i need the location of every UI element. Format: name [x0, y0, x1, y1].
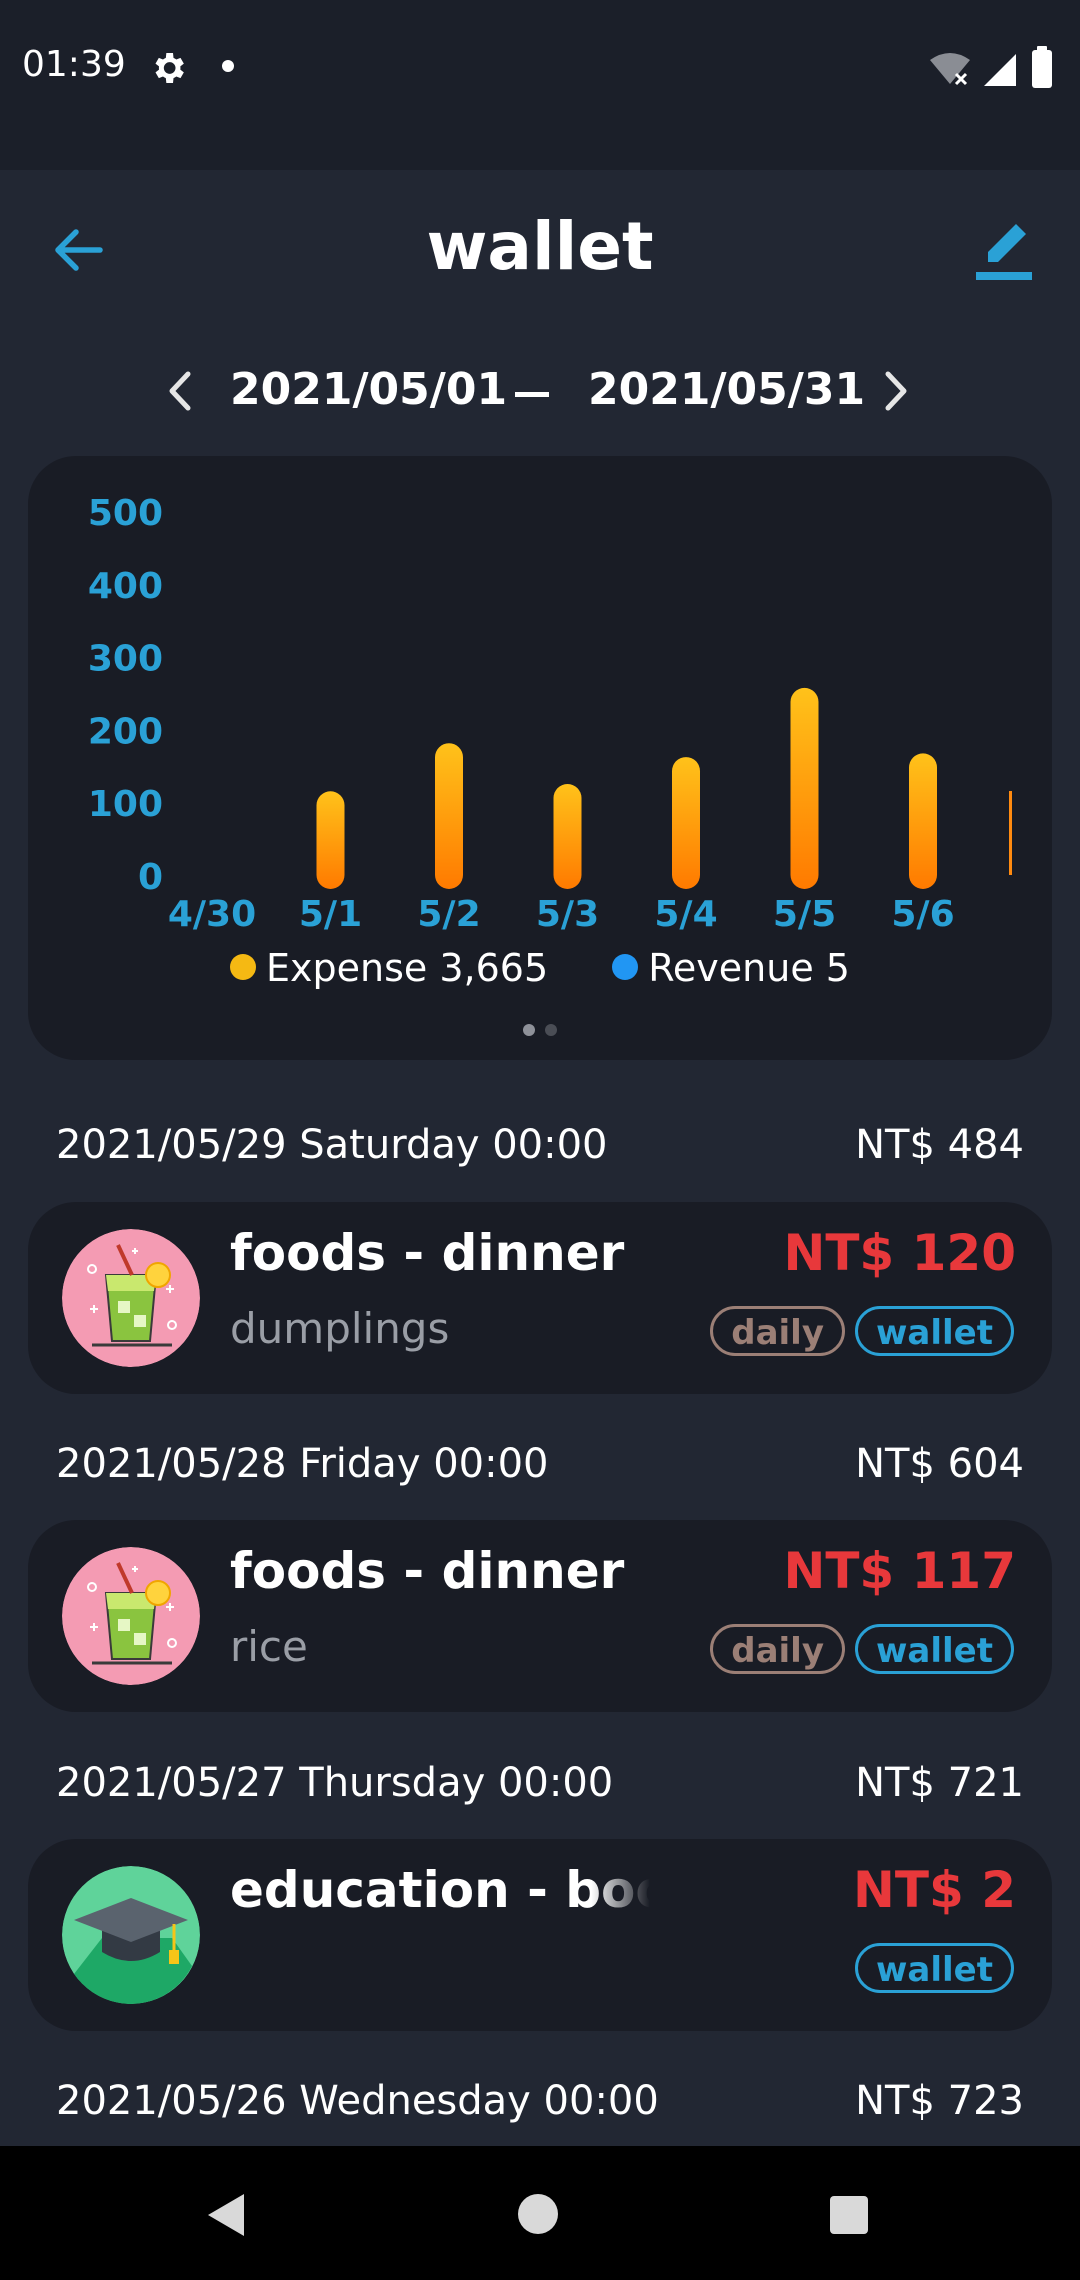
- day-date: 2021/05/27 Thursday 00:00: [56, 1760, 614, 1806]
- y-tick-label: 100: [88, 784, 163, 825]
- cellular-signal-icon: [984, 54, 1016, 86]
- tag-wallet: wallet: [855, 1306, 1014, 1356]
- x-tick-label: 5/6: [891, 894, 954, 935]
- expense-bar-clipped: [1009, 791, 1012, 875]
- wifi-off-icon: [930, 53, 970, 86]
- drink-icon: [62, 1229, 200, 1367]
- day-header: 2021/05/27 Thursday 00:00 NT$ 721: [56, 1760, 1024, 1820]
- range-end-date[interactable]: 2021/05/31: [588, 364, 865, 415]
- legend-expense: Expense 3,665: [230, 946, 548, 990]
- battery-icon: [1032, 46, 1052, 88]
- chevron-right-icon[interactable]: [876, 366, 916, 416]
- page-dot-active: [523, 1024, 535, 1036]
- app-header: wallet: [0, 170, 1080, 330]
- x-tick-label: 5/5: [773, 894, 836, 935]
- drink-icon: [62, 1547, 200, 1685]
- transaction-amount: NT$ 120: [783, 1224, 1016, 1282]
- transaction-tags: daily wallet: [710, 1306, 1014, 1360]
- expense-bar[interactable]: [909, 753, 937, 889]
- transaction-card[interactable]: education - book NT$ 2 wallet: [28, 1839, 1052, 2031]
- transaction-amount: NT$ 2: [853, 1861, 1016, 1919]
- transaction-card[interactable]: foods - dinner rice NT$ 117 daily wallet: [28, 1520, 1052, 1712]
- transaction-tags: wallet: [855, 1943, 1014, 1997]
- status-time: 01:39: [22, 44, 126, 85]
- day-header: 2021/05/26 Wednesday 00:00 NT$ 723: [56, 2078, 1024, 2138]
- transaction-note: rice: [230, 1622, 308, 1671]
- status-icons: [930, 46, 1052, 88]
- day-header: 2021/05/29 Saturday 00:00 NT$ 484: [56, 1122, 1024, 1182]
- transaction-card[interactable]: foods - dinner dumplings NT$ 120 daily w…: [28, 1202, 1052, 1394]
- y-tick-label: 300: [88, 639, 163, 680]
- edit-pencil-icon[interactable]: [974, 214, 1034, 284]
- legend-expense-dot: [230, 953, 257, 980]
- page-title: wallet: [426, 208, 654, 285]
- day-date: 2021/05/29 Saturday 00:00: [56, 1122, 608, 1168]
- day-total: NT$ 484: [855, 1122, 1024, 1168]
- nav-back-icon[interactable]: [206, 2192, 246, 2238]
- expense-bar[interactable]: [316, 791, 345, 889]
- y-tick-label: 200: [88, 711, 163, 752]
- transaction-category: foods - dinner: [230, 1542, 625, 1600]
- x-tick-label: 4/30: [168, 894, 256, 935]
- legend-expense-label: Expense 3,665: [266, 946, 549, 990]
- expense-chart-card[interactable]: 500 400 300 200 100 0 4/30 5/1 5/2 5/3 5/4 5/5 5/6 E…: [28, 456, 1052, 1060]
- transaction-tags: daily wallet: [710, 1624, 1014, 1678]
- tag-wallet: wallet: [855, 1624, 1014, 1674]
- y-tick-label: 0: [138, 857, 163, 898]
- x-tick-label: 5/1: [299, 894, 362, 935]
- legend-revenue-dot: [612, 953, 639, 980]
- expense-bar[interactable]: [790, 687, 819, 889]
- system-nav-bar: [0, 2146, 1080, 2280]
- transaction-category: foods - dinner: [230, 1224, 625, 1282]
- graduation-cap-icon: [62, 1866, 200, 2004]
- date-range-selector: 2021/05/01 2021/05/31: [0, 358, 1080, 424]
- expense-bar[interactable]: [553, 784, 582, 889]
- expense-bar[interactable]: [672, 757, 700, 889]
- day-total: NT$ 604: [855, 1441, 1024, 1487]
- day-date: 2021/05/26 Wednesday 00:00: [56, 2078, 659, 2124]
- day-total: NT$ 721: [855, 1760, 1024, 1806]
- legend-revenue-label: Revenue 5: [648, 946, 850, 990]
- tag-daily: daily: [710, 1306, 846, 1356]
- y-tick-label: 400: [88, 566, 163, 607]
- range-dash: [515, 392, 549, 397]
- tag-wallet: wallet: [855, 1943, 1014, 1993]
- day-total: NT$ 723: [855, 2078, 1024, 2124]
- status-bar: 01:39: [0, 0, 1080, 170]
- day-date: 2021/05/28 Friday 00:00: [56, 1441, 549, 1487]
- day-header: 2021/05/28 Friday 00:00 NT$ 604: [56, 1441, 1024, 1501]
- notification-dot-icon: [222, 60, 234, 72]
- legend-revenue: Revenue 5: [612, 946, 850, 990]
- x-tick-label: 5/3: [536, 894, 599, 935]
- chart-legend: Expense 3,665 Revenue 5: [28, 946, 1052, 990]
- bar-chart: 500 400 300 200 100 04/30 5/1 5/2 5/3 5/4 5/5 5/6: [88, 493, 1012, 935]
- x-tick-label: 5/2: [417, 894, 480, 935]
- tag-daily: daily: [710, 1624, 846, 1674]
- nav-home-icon[interactable]: [518, 2194, 558, 2234]
- transaction-amount: NT$ 117: [783, 1542, 1016, 1600]
- transaction-note: dumplings: [230, 1304, 450, 1353]
- x-tick-label: 5/4: [654, 894, 717, 935]
- transaction-category: education - book: [230, 1861, 650, 1919]
- nav-recents-icon[interactable]: [830, 2196, 868, 2234]
- expense-bar[interactable]: [435, 743, 463, 889]
- settings-gear-icon: [155, 53, 184, 83]
- range-start-date[interactable]: 2021/05/01: [230, 364, 507, 415]
- y-tick-label: 500: [88, 493, 163, 534]
- chevron-left-icon[interactable]: [160, 366, 200, 416]
- chart-page-indicator: [28, 1021, 1052, 1040]
- page-dot: [545, 1024, 557, 1036]
